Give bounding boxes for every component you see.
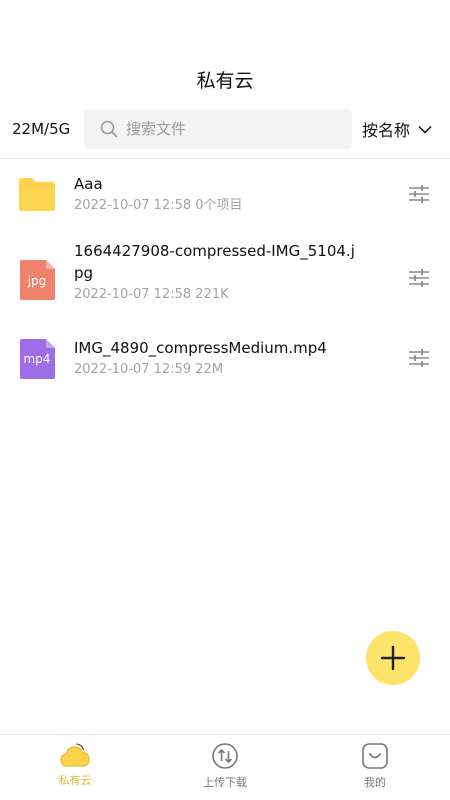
page-title: 私有云 — [196, 70, 254, 92]
list-item[interactable]: Aaa 2022-10-07 12:58 0个项目 — [0, 160, 450, 232]
file-type-label: mp4 — [23, 352, 51, 366]
file-meta: 2022-10-07 12:58 221K — [74, 287, 229, 302]
chevron-down-icon — [418, 125, 432, 134]
file-name: Aaa — [74, 175, 103, 193]
settings-sliders-icon[interactable] — [408, 269, 430, 287]
sort-dropdown[interactable]: 按名称 — [362, 117, 432, 141]
list-item[interactable]: jpg 1664427908-compressed-IMG_5104.jpg 2… — [0, 232, 450, 324]
settings-sliders-icon[interactable] — [408, 349, 430, 367]
search-box[interactable] — [84, 109, 352, 149]
file-meta: 2022-10-07 12:58 0个项目 — [74, 198, 243, 213]
file-list: Aaa 2022-10-07 12:58 0个项目 jpg 1664427908… — [0, 160, 450, 394]
folder-icon — [19, 178, 55, 211]
list-item[interactable]: mp4 IMG_4890_compressMedium.mp4 2022-10-… — [0, 324, 450, 394]
file-name: 1664427908-compressed-IMG_5104.jpg — [74, 242, 355, 282]
tab-label: 我的 — [364, 776, 386, 789]
tab-label: 私有云 — [58, 774, 92, 787]
search-icon — [100, 120, 118, 138]
settings-sliders-icon[interactable] — [408, 185, 430, 203]
divider — [0, 158, 450, 159]
sort-label: 按名称 — [362, 121, 411, 140]
transfer-icon — [212, 743, 238, 769]
toolbar: 22M/5G 按名称 — [0, 108, 450, 150]
search-input[interactable] — [126, 120, 336, 138]
tab-label: 上传下载 — [203, 776, 247, 789]
storage-usage: 22M/5G — [12, 120, 71, 138]
tab-mine[interactable]: 我的 — [300, 735, 450, 800]
plus-icon — [380, 645, 406, 671]
cloud-icon — [60, 743, 90, 767]
bottom-tab-bar: 私有云 上传下载 我的 — [0, 734, 450, 800]
file-type-label: jpg — [27, 274, 47, 288]
mp4-file-icon: mp4 — [17, 339, 57, 379]
file-name: IMG_4890_compressMedium.mp4 — [74, 339, 327, 357]
tab-upload-download[interactable]: 上传下载 — [150, 735, 300, 800]
jpg-file-icon: jpg — [17, 260, 57, 300]
file-meta: 2022-10-07 12:59 22M — [74, 362, 224, 377]
tab-private-cloud[interactable]: 私有云 — [0, 735, 150, 800]
profile-icon — [362, 743, 388, 769]
add-button[interactable] — [366, 631, 420, 685]
